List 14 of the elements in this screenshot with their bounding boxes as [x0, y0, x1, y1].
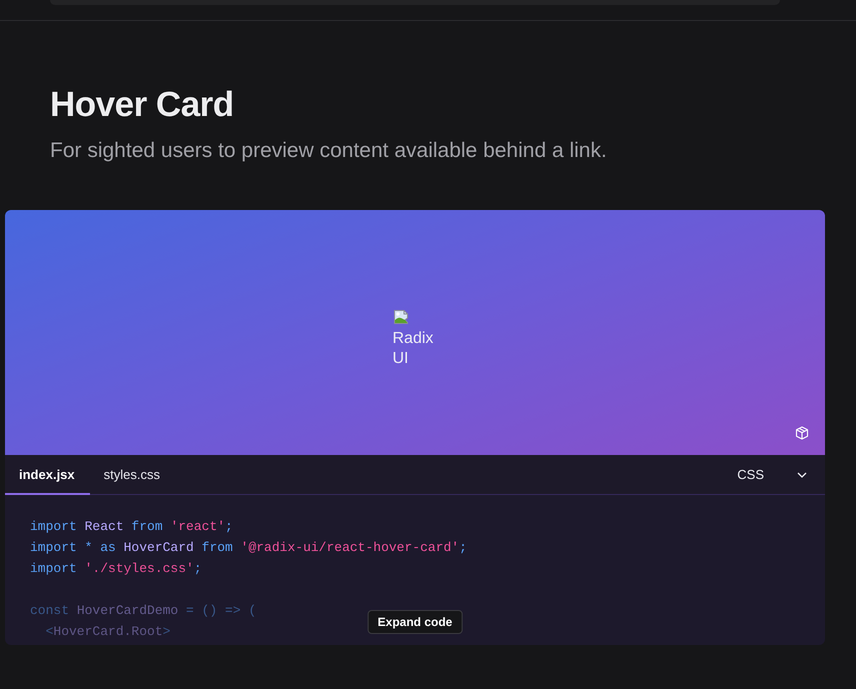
code-line: const HoverCardDemo = () => (	[30, 602, 256, 620]
broken-image-icon	[392, 308, 408, 324]
page-description: For sighted users to preview content available behind a link.	[50, 138, 608, 164]
code-line: import * as HoverCard from '@radix-ui/react-hover-card';	[30, 539, 467, 557]
chevron-down-icon	[797, 472, 807, 478]
file-tab[interactable]: styles.css	[90, 455, 175, 495]
cube-icon[interactable]	[795, 426, 809, 440]
code-line: import './styles.css';	[30, 560, 202, 578]
language-select[interactable]: CSS	[727, 455, 825, 494]
code-line: <HoverCard.Root>	[44, 623, 170, 641]
image-alt-text: Radix UI	[392, 328, 434, 368]
expand-code-button[interactable]: Expand code	[368, 610, 462, 634]
page-title: Hover Card	[50, 85, 235, 125]
code-line: import React from 'react';	[30, 518, 233, 536]
